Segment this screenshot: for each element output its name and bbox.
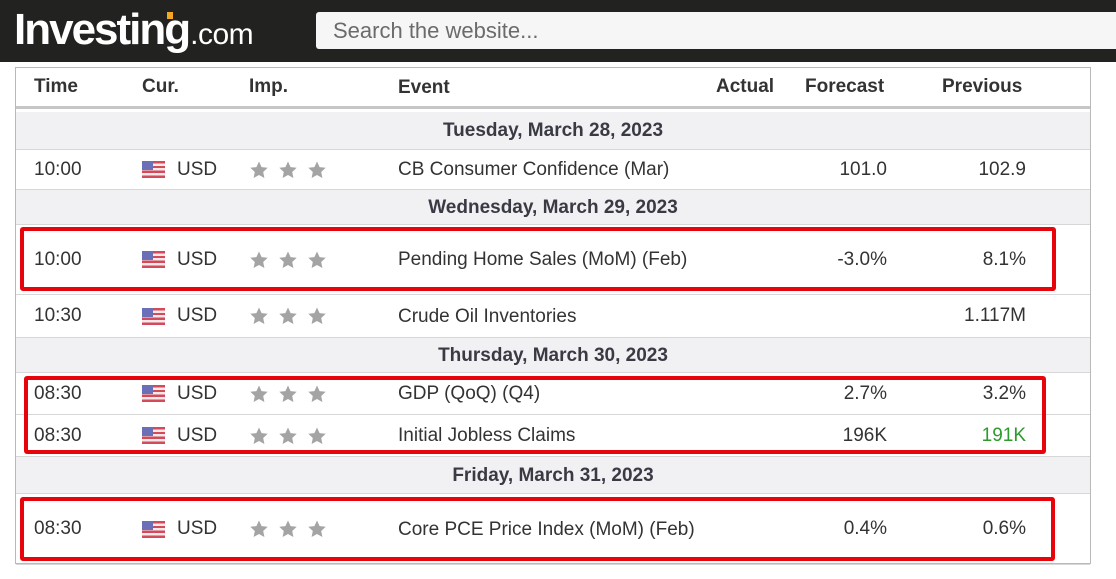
date-label: Tuesday, March 28, 2023 (442, 120, 664, 141)
column-header-time[interactable]: Time (34, 68, 78, 106)
importance-star-icon (250, 307, 268, 324)
table-header: Time Cur. Imp. Event Actual Forecast Pre… (16, 68, 1090, 109)
event-row[interactable]: 10:00 USD Pending Home Sales (MoM) (Feb) -3… (16, 225, 1090, 295)
importance-star-icon (250, 251, 268, 268)
importance-star-icon (308, 385, 326, 402)
importance-rating (249, 373, 336, 414)
event-name[interactable]: Initial Jobless Claims (398, 415, 698, 456)
importance-star-icon (279, 161, 297, 178)
us-flag-icon (142, 307, 165, 325)
event-row[interactable]: 10:00 USD CB Consumer Confidence (Mar) 101.… (16, 150, 1090, 190)
us-flag-icon (142, 520, 165, 538)
importance-star-icon (308, 520, 326, 537)
importance-star-icon (250, 385, 268, 402)
importance-star-icon (250, 427, 268, 444)
date-row: Wednesday, March 29, 2023 (16, 190, 1090, 225)
date-row: Friday, March 31, 2023 (16, 457, 1090, 494)
search-input[interactable] (316, 12, 1116, 49)
importance-rating (249, 494, 336, 564)
event-time: 08:30 (34, 424, 82, 446)
logo-main-text: Investing (14, 5, 191, 54)
importance-star-icon (250, 161, 268, 178)
date-label: Thursday, March 30, 2023 (438, 345, 668, 366)
logo-accent-icon (167, 12, 173, 19)
importance-star-icon (308, 161, 326, 178)
importance-rating (249, 295, 336, 337)
event-currency: USD (142, 225, 217, 294)
currency-code: USD (177, 158, 218, 180)
event-currency: USD (142, 373, 217, 414)
currency-code: USD (177, 382, 218, 404)
importance-rating (249, 150, 336, 189)
date-row: Thursday, March 30, 2023 (16, 338, 1090, 373)
event-previous: 0.6% (982, 518, 1026, 539)
column-header-event[interactable]: Event (398, 68, 698, 106)
logo-suffix-text: .com (190, 18, 254, 51)
us-flag-icon (142, 385, 165, 402)
event-previous: 102.9 (978, 158, 1026, 180)
event-row[interactable]: 08:30 USD Core PCE Price Index (MoM) (Feb)… (16, 494, 1090, 565)
us-flag-icon (142, 161, 165, 178)
investing-logo[interactable]: Investing .com (14, 4, 254, 56)
us-flag-icon (142, 251, 165, 268)
importance-star-icon (250, 520, 268, 537)
event-forecast: 196K (842, 424, 887, 446)
importance-star-icon (279, 520, 297, 537)
event-forecast: 101.0 (839, 158, 887, 180)
column-header-previous[interactable]: Previous (942, 68, 1022, 106)
event-time: 08:30 (34, 382, 82, 404)
importance-star-icon (308, 251, 326, 268)
event-previous: 3.2% (982, 382, 1026, 404)
event-currency: USD (142, 415, 217, 456)
importance-star-icon (279, 251, 297, 268)
importance-star-icon (308, 427, 326, 444)
currency-code: USD (177, 248, 218, 270)
event-time: 10:30 (34, 305, 82, 326)
column-header-currency[interactable]: Cur. (142, 68, 179, 106)
event-time: 10:00 (34, 158, 82, 180)
column-header-forecast[interactable]: Forecast (805, 68, 884, 106)
event-forecast: 2.7% (843, 382, 887, 404)
importance-star-icon (279, 385, 297, 402)
event-currency: USD (142, 295, 217, 337)
importance-star-icon (279, 427, 297, 444)
column-header-actual[interactable]: Actual (716, 68, 774, 106)
event-currency: USD (142, 494, 217, 564)
event-row[interactable]: 10:30 USD Crude Oil Inventories 1.117M (16, 295, 1090, 338)
event-name[interactable]: GDP (QoQ) (Q4) (398, 373, 698, 414)
currency-code: USD (177, 424, 218, 446)
event-time: 08:30 (34, 518, 82, 539)
importance-star-icon (308, 307, 326, 324)
event-name[interactable]: CB Consumer Confidence (Mar) (398, 150, 698, 189)
currency-code: USD (177, 305, 218, 326)
event-row[interactable]: 08:30 USD Initial Jobless Claims 196K 191K (16, 415, 1090, 457)
event-previous: 1.117M (964, 305, 1026, 326)
event-forecast: -3.0% (837, 248, 887, 270)
economic-calendar-table: Time Cur. Imp. Event Actual Forecast Pre… (15, 67, 1091, 565)
importance-rating (249, 225, 336, 294)
currency-code: USD (177, 518, 218, 539)
event-name[interactable]: Core PCE Price Index (MoM) (Feb) (398, 494, 698, 564)
event-currency: USD (142, 150, 217, 189)
event-previous: 8.1% (982, 248, 1026, 270)
date-label: Friday, March 31, 2023 (452, 465, 654, 486)
top-bar: Investing .com (0, 0, 1116, 62)
date-label: Wednesday, March 29, 2023 (428, 197, 678, 218)
date-row: Tuesday, March 28, 2023 (16, 112, 1090, 150)
event-previous: 191K (981, 424, 1026, 446)
importance-star-icon (279, 307, 297, 324)
column-header-importance[interactable]: Imp. (249, 68, 288, 106)
event-time: 10:00 (34, 248, 82, 270)
event-name[interactable]: Pending Home Sales (MoM) (Feb) (398, 225, 698, 294)
event-forecast: 0.4% (843, 518, 887, 539)
importance-rating (249, 415, 336, 456)
event-name[interactable]: Crude Oil Inventories (398, 295, 698, 337)
us-flag-icon (142, 427, 165, 444)
event-row[interactable]: 08:30 USD GDP (QoQ) (Q4) 2.7% 3.2% (16, 373, 1090, 415)
